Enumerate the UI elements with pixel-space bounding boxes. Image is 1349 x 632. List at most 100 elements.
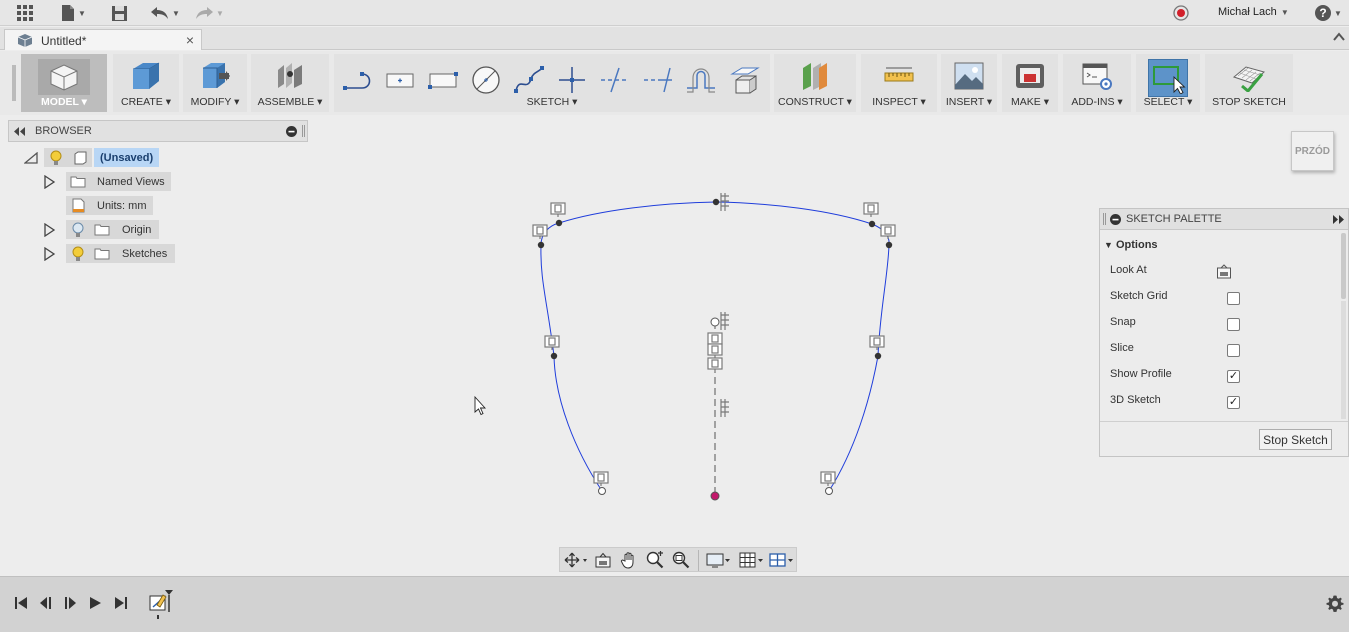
viewcube-front-face[interactable]: PRZÓD: [1291, 131, 1334, 171]
panel-grip[interactable]: [302, 125, 305, 137]
named-views-label[interactable]: Named Views: [90, 172, 171, 191]
stop-sketch-group[interactable]: STOP SKETCH: [1205, 54, 1293, 112]
minimize-icon[interactable]: [1110, 214, 1121, 225]
line-tool-icon[interactable]: [342, 64, 374, 96]
save-icon[interactable]: [108, 3, 130, 23]
construct-menu[interactable]: CONSTRUCT ▾: [774, 54, 856, 112]
collapse-ribbon-icon[interactable]: [1333, 32, 1345, 42]
option-sketch-grid[interactable]: Sketch Grid: [1110, 290, 1240, 308]
scrollbar-thumb[interactable]: [1341, 233, 1346, 299]
create-menu[interactable]: CREATE ▾: [113, 54, 179, 112]
constraint-glyph-icon[interactable]: [707, 357, 723, 372]
lightbulb-icon[interactable]: [44, 148, 68, 167]
zoom-icon[interactable]: [644, 551, 666, 569]
expanded-triangle-icon[interactable]: [24, 151, 38, 164]
constraint-glyph-icon[interactable]: [869, 335, 885, 350]
select-menu[interactable]: SELECT ▾: [1136, 54, 1200, 112]
sketch-label[interactable]: SKETCH ▾: [334, 96, 770, 108]
browser-node-named-views[interactable]: Named Views: [44, 172, 171, 191]
offset-tool-icon[interactable]: [685, 64, 717, 96]
option-show-profile[interactable]: Show Profile ✓: [1110, 368, 1240, 386]
inspect-menu[interactable]: INSPECT ▾: [861, 54, 937, 112]
option-slice[interactable]: Slice: [1110, 342, 1240, 360]
expand-triangle-icon[interactable]: [44, 246, 56, 261]
constraint-glyph-icon[interactable]: [820, 471, 836, 486]
constraint-glyph-icon[interactable]: [707, 343, 723, 358]
show-profile-checkbox[interactable]: ✓: [1227, 370, 1240, 383]
extend-tool-icon[interactable]: [642, 64, 674, 96]
undo-icon[interactable]: ▼: [148, 3, 182, 23]
step-forward-icon[interactable]: [60, 593, 80, 613]
browser-node-origin[interactable]: Origin: [44, 220, 160, 239]
parallel-constraint-icon[interactable]: [720, 399, 729, 417]
look-at-icon[interactable]: [1216, 264, 1232, 279]
go-to-end-icon[interactable]: [111, 593, 131, 613]
document-tab[interactable]: Untitled* ×: [4, 29, 202, 50]
make-menu[interactable]: MAKE ▾: [1002, 54, 1058, 112]
origin-label[interactable]: Origin: [114, 220, 160, 239]
step-back-icon[interactable]: [36, 593, 56, 613]
browser-root-node[interactable]: (Unsaved): [24, 148, 160, 167]
redo-icon[interactable]: ▼: [192, 3, 226, 23]
assemble-menu[interactable]: ASSEMBLE ▾: [251, 54, 329, 112]
collapse-panel-icon[interactable]: [14, 127, 26, 136]
three-point-rectangle-icon[interactable]: [427, 64, 459, 96]
constraint-glyph-icon[interactable]: [532, 224, 548, 239]
scrollbar-track[interactable]: [1341, 301, 1346, 419]
ribbon-grip[interactable]: [12, 65, 16, 101]
option-3d-sketch[interactable]: 3D Sketch ✓: [1110, 394, 1240, 412]
parallel-constraint-icon[interactable]: [720, 193, 729, 211]
constraint-glyph-icon[interactable]: [707, 332, 723, 347]
record-icon[interactable]: [1170, 3, 1192, 23]
display-settings-icon[interactable]: [704, 551, 734, 569]
open-endpoints[interactable]: [598, 317, 833, 495]
workspace-switcher[interactable]: MODEL ▾: [21, 54, 107, 112]
spline-tool-icon[interactable]: [513, 64, 545, 96]
add-ins-menu[interactable]: ADD-INS ▾: [1063, 54, 1131, 112]
panel-grip[interactable]: [1103, 213, 1106, 225]
constraint-glyph-icon[interactable]: [544, 335, 560, 350]
insert-menu[interactable]: INSERT ▾: [941, 54, 997, 112]
sketches-label[interactable]: Sketches: [114, 244, 176, 263]
root-component-label[interactable]: (Unsaved): [94, 148, 160, 167]
expand-panel-icon[interactable]: [1332, 215, 1344, 224]
close-icon[interactable]: ×: [186, 32, 194, 48]
constraint-glyph-icon[interactable]: [593, 471, 609, 486]
circle-tool-icon[interactable]: [470, 64, 502, 96]
browser-node-sketches[interactable]: Sketches: [44, 244, 176, 263]
trim-tool-icon[interactable]: [599, 64, 631, 96]
origin-point[interactable]: [710, 491, 720, 501]
expand-triangle-icon[interactable]: [44, 222, 56, 237]
rectangle-tool-icon[interactable]: [384, 64, 416, 96]
lightbulb-off-icon[interactable]: [66, 220, 90, 239]
fit-window-icon[interactable]: [670, 551, 692, 569]
point-tool-icon[interactable]: [556, 64, 588, 96]
options-section-header[interactable]: ▼ Options: [1104, 239, 1158, 251]
timeline-sketch-feature[interactable]: [148, 589, 174, 619]
minimize-icon[interactable]: [286, 126, 297, 137]
play-icon[interactable]: [85, 593, 105, 613]
pan-hand-icon[interactable]: [618, 551, 640, 569]
data-panel-grid-icon[interactable]: [14, 3, 36, 23]
help-icon[interactable]: ? ▼: [1311, 3, 1345, 23]
units-label[interactable]: Units: mm: [90, 196, 153, 215]
constraint-glyphs[interactable]: [532, 193, 896, 486]
go-to-start-icon[interactable]: [11, 593, 31, 613]
sketch-grid-checkbox[interactable]: [1227, 292, 1240, 305]
option-snap[interactable]: Snap: [1110, 316, 1240, 334]
file-menu-icon[interactable]: ▼: [58, 3, 88, 23]
constraint-glyph-icon[interactable]: [880, 224, 896, 239]
modify-menu[interactable]: MODIFY ▾: [183, 54, 247, 112]
viewports-icon[interactable]: [768, 551, 796, 569]
3d-sketch-checkbox[interactable]: ✓: [1227, 396, 1240, 409]
grid-snaps-icon[interactable]: [737, 551, 767, 569]
parallel-constraint-icon[interactable]: [720, 312, 729, 330]
browser-node-units[interactable]: Units: mm: [66, 196, 153, 215]
stop-sketch-button[interactable]: Stop Sketch: [1259, 429, 1332, 450]
user-account-menu[interactable]: Michał Lach ▼: [1218, 6, 1289, 18]
option-look-at[interactable]: Look At: [1110, 264, 1231, 282]
constraint-glyph-icon[interactable]: [863, 202, 879, 217]
timeline-settings-gear-icon[interactable]: [1325, 593, 1345, 613]
expand-triangle-icon[interactable]: [44, 174, 56, 189]
project-tool-icon[interactable]: [728, 64, 760, 96]
